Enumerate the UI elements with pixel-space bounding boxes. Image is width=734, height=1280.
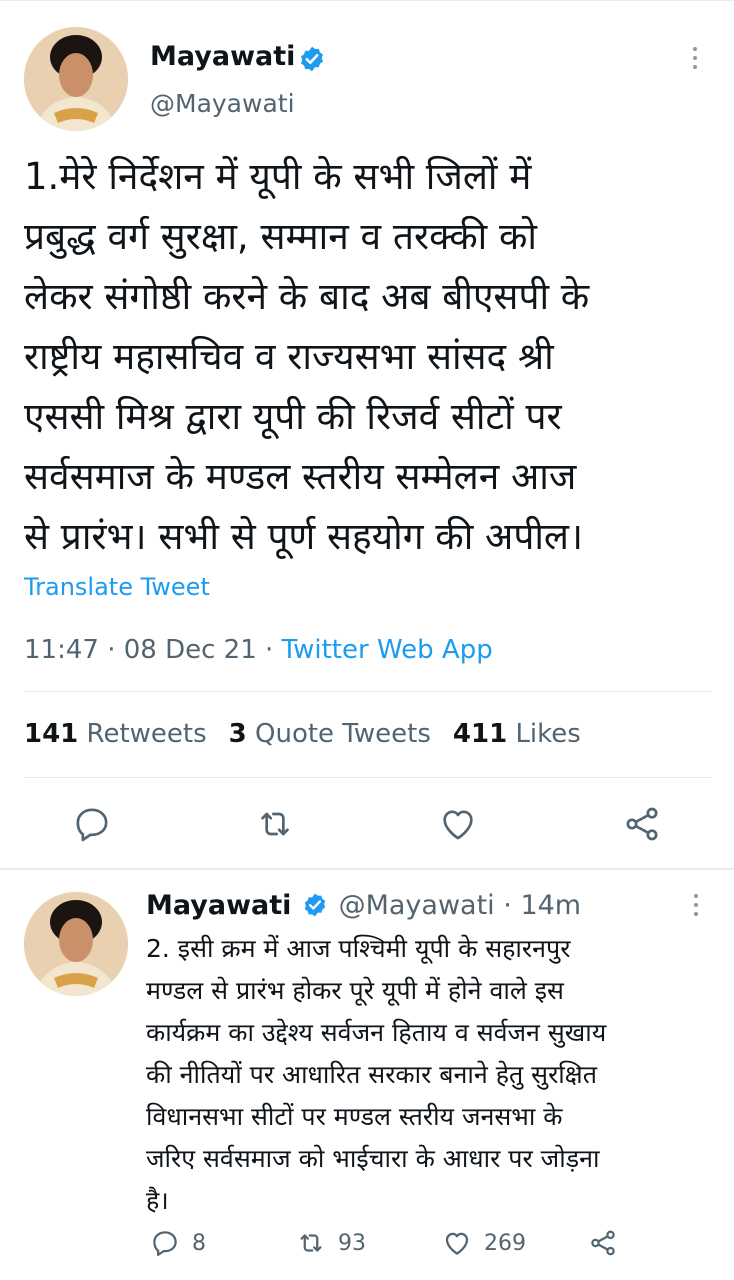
- retweets-stat[interactable]: 141 Retweets: [24, 719, 207, 749]
- tweet-source[interactable]: Twitter Web App: [282, 635, 493, 665]
- reply-icon[interactable]: [72, 804, 112, 844]
- divider: [24, 777, 712, 778]
- more-options-icon[interactable]: [686, 890, 706, 920]
- tweet-date[interactable]: 08 Dec 21: [124, 635, 257, 665]
- reply-count: 8: [192, 1230, 206, 1256]
- more-options-icon[interactable]: [685, 43, 705, 73]
- tweet-time-ago[interactable]: 14m: [520, 890, 581, 921]
- divider: [24, 691, 712, 692]
- like-count: 269: [484, 1230, 526, 1256]
- meta-separator: ·: [494, 890, 521, 921]
- author-handle[interactable]: @Mayawati: [339, 890, 495, 921]
- like-icon: [445, 1232, 469, 1255]
- share-icon: [591, 1230, 615, 1256]
- quote-tweets-stat[interactable]: 3 Quote Tweets: [229, 719, 431, 749]
- meta-separator: ·: [256, 635, 282, 665]
- author-handle[interactable]: @Mayawati: [150, 89, 295, 118]
- retweet-button[interactable]: 93: [296, 1228, 366, 1258]
- reply-tweet[interactable]: Mayawati @Mayawati · 14m 2. इसी क्रम में…: [0, 870, 734, 1280]
- reply-icon: [153, 1231, 177, 1256]
- avatar[interactable]: [24, 27, 128, 131]
- verified-badge-icon: [304, 893, 326, 916]
- share-button[interactable]: [588, 1228, 618, 1258]
- retweet-icon: [300, 1234, 322, 1252]
- verified-badge-icon: [301, 46, 323, 72]
- avatar[interactable]: [24, 892, 128, 996]
- retweet-count: 93: [338, 1230, 366, 1256]
- author-name[interactable]: Mayawati: [146, 890, 291, 921]
- tweet-text: 1.मेरे निर्देशन में यूपी के सभी जिलों मे…: [24, 155, 590, 558]
- translate-tweet-link[interactable]: Translate Tweet: [24, 573, 210, 601]
- author-name[interactable]: Mayawati: [150, 41, 295, 72]
- like-icon[interactable]: [438, 804, 478, 844]
- share-icon[interactable]: [622, 804, 662, 844]
- meta-separator: ·: [98, 635, 124, 665]
- retweet-icon[interactable]: [255, 804, 295, 844]
- avatar-image: [24, 892, 128, 996]
- likes-stat[interactable]: 411 Likes: [453, 719, 581, 749]
- reply-button[interactable]: 8: [150, 1228, 206, 1258]
- like-button[interactable]: 269: [442, 1228, 526, 1258]
- tweet-time[interactable]: 11:47: [24, 635, 99, 665]
- main-tweet: Mayawati @Mayawati 1.मेरे निर्देशन में य…: [0, 0, 734, 870]
- tweet-meta: 11:47 · 08 Dec 21 · Twitter Web App: [24, 635, 493, 665]
- tweet-stats: 141 Retweets 3 Quote Tweets 411 Likes: [24, 719, 581, 749]
- reply-header: Mayawati @Mayawati · 14m: [146, 890, 581, 922]
- tweet-text: 2. इसी क्रम में आज पश्चिमी यूपी के सहारन…: [146, 934, 607, 1215]
- avatar-image: [24, 27, 128, 131]
